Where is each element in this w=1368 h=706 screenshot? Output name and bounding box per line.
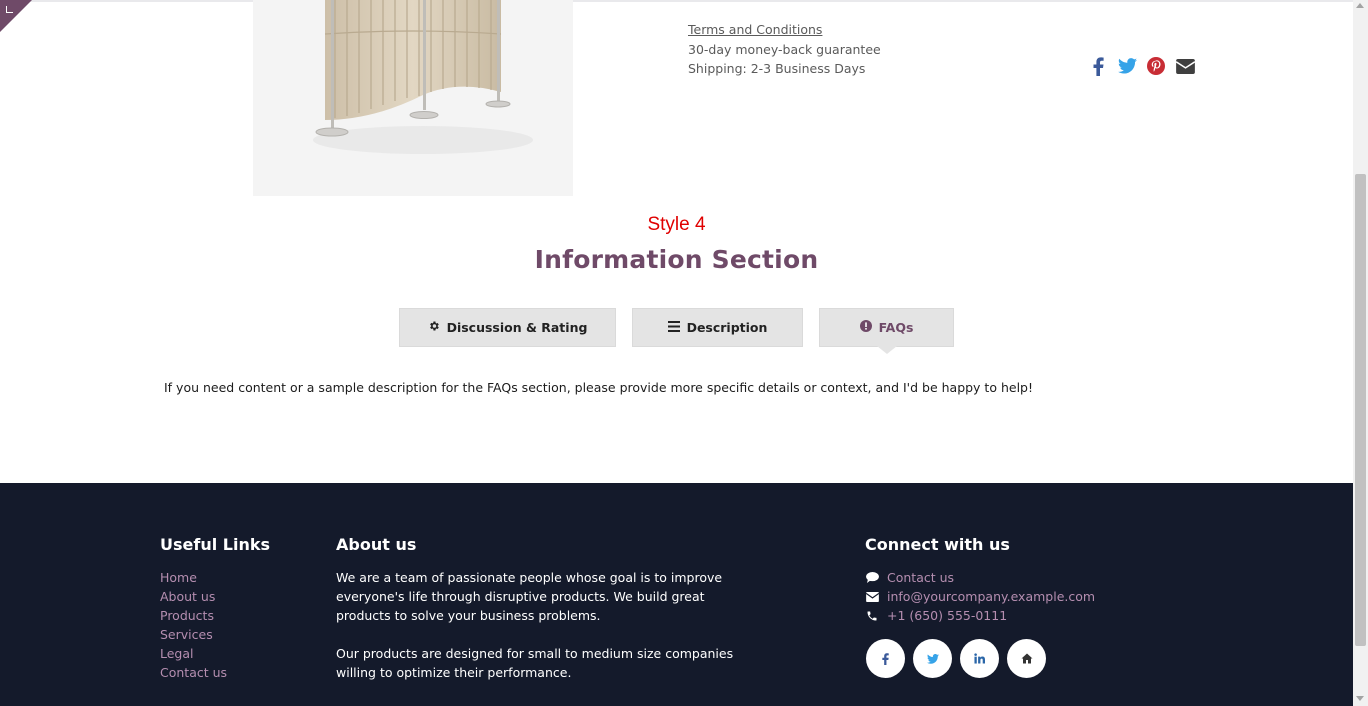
footer-link-products[interactable]: Products <box>160 606 227 625</box>
email-link[interactable]: info@yourcompany.example.com <box>887 587 1095 606</box>
list-icon <box>667 320 680 335</box>
page: Terms and Conditions 30-day money-back g… <box>0 0 1353 706</box>
corner-edit-icon <box>6 6 13 13</box>
comment-icon <box>865 572 879 583</box>
scroll-up-arrow[interactable] <box>1356 3 1364 8</box>
about-paragraph-1: We are a team of passionate people whose… <box>336 570 723 623</box>
tab-description-label: Description <box>686 320 768 335</box>
tab-discussion-rating[interactable]: Discussion & Rating <box>399 308 616 347</box>
envelope-icon <box>865 591 879 602</box>
product-policy: Terms and Conditions 30-day money-back g… <box>688 20 881 79</box>
about-text: We are a team of passionate people whose… <box>336 568 756 682</box>
phone-row: +1 (650) 555-0111 <box>865 606 1095 625</box>
tab-faqs[interactable]: FAQs <box>819 308 954 347</box>
section-title: Information Section <box>534 245 819 274</box>
tab-faqs-label: FAQs <box>878 320 914 335</box>
phone-link[interactable]: +1 (650) 555-0111 <box>887 606 1007 625</box>
about-title: About us <box>336 535 417 554</box>
connect-title: Connect with us <box>865 535 1010 554</box>
footer: Useful Links Home About us Products Serv… <box>0 483 1353 706</box>
useful-links-title: Useful Links <box>160 535 271 554</box>
twitter-icon[interactable] <box>913 639 952 678</box>
footer-link-about[interactable]: About us <box>160 587 227 606</box>
guarantee-text: 30-day money-back guarantee <box>688 41 881 57</box>
facebook-icon[interactable] <box>1088 56 1108 76</box>
footer-link-contact[interactable]: Contact us <box>160 663 227 682</box>
info-icon <box>859 320 872 335</box>
envelope-icon[interactable] <box>1175 56 1195 76</box>
tab-description[interactable]: Description <box>632 308 803 347</box>
top-border <box>0 0 1353 2</box>
tab-discussion-label: Discussion & Rating <box>446 320 588 335</box>
facebook-icon[interactable] <box>866 639 905 678</box>
social-buttons <box>866 639 1046 678</box>
about-paragraph-2: Our products are designed for small to m… <box>336 646 734 680</box>
pinterest-icon[interactable] <box>1146 56 1166 76</box>
footer-link-home[interactable]: Home <box>160 568 227 587</box>
twitter-icon[interactable] <box>1117 56 1137 76</box>
contact-us-link[interactable]: Contact us <box>887 568 954 587</box>
email-row: info@yourcompany.example.com <box>865 587 1095 606</box>
useful-links-list: Home About us Products Services Legal Co… <box>160 568 227 682</box>
scroll-down-arrow[interactable] <box>1356 696 1364 701</box>
scrollbar-thumb[interactable] <box>1355 174 1366 646</box>
shipping-text: Shipping: 2-3 Business Days <box>688 61 866 76</box>
product-image <box>253 0 573 196</box>
home-icon[interactable] <box>1007 639 1046 678</box>
contact-row: Contact us <box>865 568 1095 587</box>
active-tab-indicator <box>877 346 897 354</box>
phone-icon <box>865 610 879 622</box>
linkedin-icon[interactable] <box>960 639 999 678</box>
gear-icon <box>428 320 440 335</box>
terms-link[interactable]: Terms and Conditions <box>688 20 881 40</box>
style-label: Style 4 <box>647 214 706 235</box>
footer-link-services[interactable]: Services <box>160 625 227 644</box>
footer-link-legal[interactable]: Legal <box>160 644 227 663</box>
contact-list: Contact us info@yourcompany.example.com … <box>865 568 1095 625</box>
faq-content: If you need content or a sample descript… <box>164 380 1033 395</box>
share-buttons <box>1088 56 1195 76</box>
corner-ribbon[interactable] <box>0 0 32 32</box>
